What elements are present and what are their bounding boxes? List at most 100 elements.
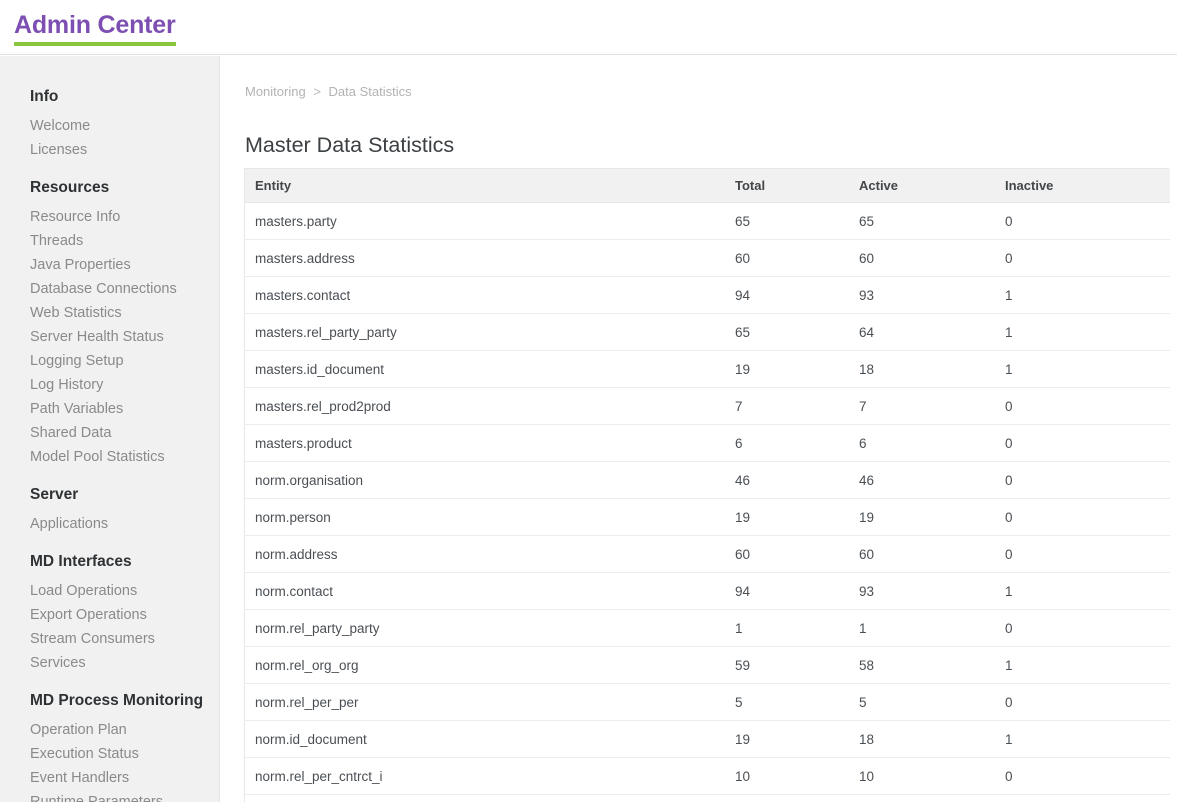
sidebar-item-logging-setup[interactable]: Logging Setup	[0, 349, 219, 373]
sidebar-item-web-statistics[interactable]: Web Statistics	[0, 301, 219, 325]
cell-total: 5	[725, 684, 849, 721]
cell-inactive: 1	[995, 573, 1170, 610]
cell-inactive: 0	[995, 425, 1170, 462]
sidebar-item-services[interactable]: Services	[0, 651, 219, 675]
cell-inactive: 1	[995, 721, 1170, 758]
table-row[interactable]: norm.rel_per_cntrct_i10100	[245, 758, 1170, 795]
sidebar-item-threads[interactable]: Threads	[0, 229, 219, 253]
sidebar-item-database-connections[interactable]: Database Connections	[0, 277, 219, 301]
table-row[interactable]: norm.address60600	[245, 536, 1170, 573]
sidebar-item-log-history[interactable]: Log History	[0, 373, 219, 397]
sidebar-item-operation-plan[interactable]: Operation Plan	[0, 718, 219, 742]
cell-entity: norm.rel_per_cntrct_i	[245, 758, 725, 795]
cell-inactive: 0	[995, 388, 1170, 425]
table-row[interactable]: norm.organisation46460	[245, 462, 1170, 499]
sidebar-group-spacer	[0, 540, 219, 551]
sidebar-group-spacer	[0, 166, 219, 177]
cell-active: 19	[849, 499, 995, 536]
sidebar-heading-md-process-monitoring: MD Process Monitoring	[0, 690, 219, 718]
sidebar-group-spacer	[0, 679, 219, 690]
column-header-inactive[interactable]: Inactive	[995, 169, 1170, 203]
sidebar-heading-info: Info	[0, 86, 219, 114]
top-header-bar: Admin Center	[0, 0, 1177, 55]
cell-total: 19	[725, 351, 849, 388]
sidebar-navigation[interactable]: InfoWelcomeLicenses ResourcesResource Inf…	[0, 56, 220, 802]
column-header-total[interactable]: Total	[725, 169, 849, 203]
table-row[interactable]: masters.rel_party_party65641	[245, 314, 1170, 351]
sidebar-item-execution-status[interactable]: Execution Status	[0, 742, 219, 766]
table-row[interactable]	[245, 795, 1170, 802]
breadcrumb-current: Data Statistics	[329, 84, 412, 99]
sidebar-group-spacer	[0, 473, 219, 484]
cell-total: 1	[725, 610, 849, 647]
sidebar-item-server-health-status[interactable]: Server Health Status	[0, 325, 219, 349]
page-title: Master Data Statistics	[245, 132, 454, 158]
table-row[interactable]: norm.id_document19181	[245, 721, 1170, 758]
table-row[interactable]: masters.address60600	[245, 240, 1170, 277]
cell-total: 65	[725, 314, 849, 351]
breadcrumb-separator-icon: >	[313, 84, 321, 99]
cell-active: 60	[849, 240, 995, 277]
cell-active: 1	[849, 610, 995, 647]
table-row[interactable]: masters.rel_prod2prod770	[245, 388, 1170, 425]
cell-entity: masters.address	[245, 240, 725, 277]
table-row[interactable]: masters.party65650	[245, 203, 1170, 240]
cell-total: 94	[725, 573, 849, 610]
table-row[interactable]: masters.product660	[245, 425, 1170, 462]
sidebar-group: ServerApplications	[0, 484, 219, 536]
cell-total: 94	[725, 277, 849, 314]
table-row[interactable]: masters.id_document19181	[245, 351, 1170, 388]
sidebar-heading-md-interfaces: MD Interfaces	[0, 551, 219, 579]
cell-inactive: 1	[995, 314, 1170, 351]
app-title: Admin Center	[14, 11, 176, 46]
sidebar-item-shared-data[interactable]: Shared Data	[0, 421, 219, 445]
table-header-row: Entity Total Active Inactive	[245, 169, 1170, 203]
cell-total: 60	[725, 536, 849, 573]
cell-entity: masters.id_document	[245, 351, 725, 388]
cell-inactive: 0	[995, 536, 1170, 573]
breadcrumb-parent[interactable]: Monitoring	[245, 84, 306, 99]
cell-active: 60	[849, 536, 995, 573]
table-row[interactable]: norm.contact94931	[245, 573, 1170, 610]
sidebar-heading-server: Server	[0, 484, 219, 512]
cell-inactive: 0	[995, 684, 1170, 721]
cell-active	[849, 795, 995, 802]
sidebar-item-event-handlers[interactable]: Event Handlers	[0, 766, 219, 790]
sidebar-item-licenses[interactable]: Licenses	[0, 138, 219, 162]
column-header-entity[interactable]: Entity	[245, 169, 725, 203]
cell-inactive: 1	[995, 647, 1170, 684]
cell-entity: norm.rel_org_org	[245, 647, 725, 684]
sidebar-item-applications[interactable]: Applications	[0, 512, 219, 536]
cell-active: 6	[849, 425, 995, 462]
cell-inactive: 0	[995, 758, 1170, 795]
sidebar-item-welcome[interactable]: Welcome	[0, 114, 219, 138]
column-header-active[interactable]: Active	[849, 169, 995, 203]
table-row[interactable]: norm.rel_per_per550	[245, 684, 1170, 721]
cell-entity: masters.rel_prod2prod	[245, 388, 725, 425]
table-row[interactable]: norm.person19190	[245, 499, 1170, 536]
sidebar-groups: InfoWelcomeLicenses ResourcesResource Inf…	[0, 86, 219, 802]
sidebar-item-path-variables[interactable]: Path Variables	[0, 397, 219, 421]
sidebar-item-load-operations[interactable]: Load Operations	[0, 579, 219, 603]
cell-entity: norm.contact	[245, 573, 725, 610]
sidebar-group: InfoWelcomeLicenses	[0, 86, 219, 162]
cell-active: 46	[849, 462, 995, 499]
table-row[interactable]: norm.rel_party_party110	[245, 610, 1170, 647]
cell-active: 18	[849, 351, 995, 388]
data-statistics-table-container: Entity Total Active Inactive masters.par…	[244, 168, 1169, 802]
cell-total: 46	[725, 462, 849, 499]
sidebar-item-model-pool-statistics[interactable]: Model Pool Statistics	[0, 445, 219, 469]
table-row[interactable]: masters.contact94931	[245, 277, 1170, 314]
sidebar-item-stream-consumers[interactable]: Stream Consumers	[0, 627, 219, 651]
cell-active: 65	[849, 203, 995, 240]
sidebar-item-export-operations[interactable]: Export Operations	[0, 603, 219, 627]
sidebar-item-resource-info[interactable]: Resource Info	[0, 205, 219, 229]
cell-inactive: 1	[995, 277, 1170, 314]
cell-total: 6	[725, 425, 849, 462]
cell-entity: masters.contact	[245, 277, 725, 314]
table-row[interactable]: norm.rel_org_org59581	[245, 647, 1170, 684]
sidebar-item-runtime-parameters[interactable]: Runtime Parameters	[0, 790, 219, 802]
sidebar-group: ResourcesResource InfoThreadsJava Proper…	[0, 177, 219, 469]
sidebar-item-java-properties[interactable]: Java Properties	[0, 253, 219, 277]
cell-inactive: 0	[995, 610, 1170, 647]
